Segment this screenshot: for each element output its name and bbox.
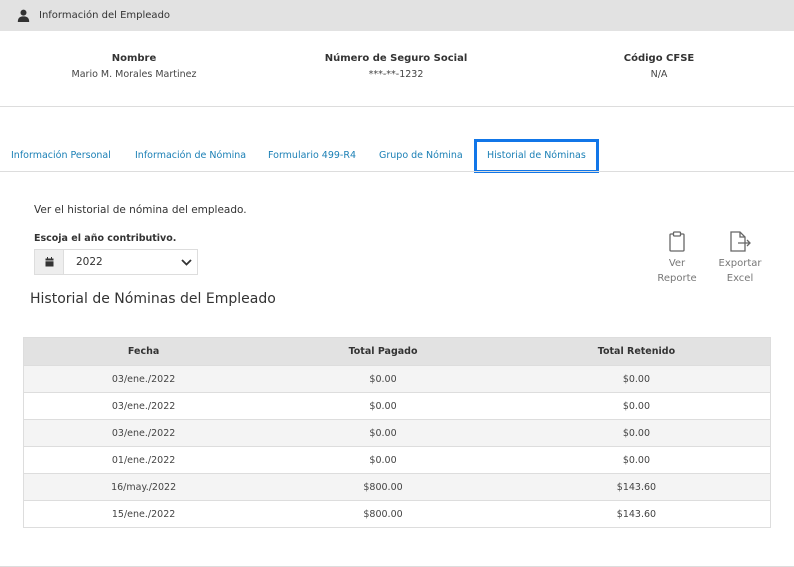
- year-select[interactable]: 2022: [34, 249, 198, 275]
- table-row[interactable]: 16/may./2022 $800.00 $143.60: [23, 473, 771, 501]
- name-label: Nombre: [111, 53, 157, 64]
- cell-date: 15/ene./2022: [23, 500, 264, 528]
- column-header-date[interactable]: Fecha: [23, 337, 264, 366]
- ssn-label: Número de Seguro Social: [324, 53, 468, 64]
- table-row[interactable]: 03/ene./2022 $0.00 $0.00: [23, 419, 771, 447]
- table-row[interactable]: 01/ene./2022 $0.00 $0.00: [23, 446, 771, 474]
- export-excel-label-1: Exportar: [718, 258, 762, 269]
- cfse-label: Código CFSE: [623, 53, 695, 64]
- export-excel-label-2: Excel: [726, 273, 754, 284]
- cell-total-paid: $0.00: [263, 365, 503, 393]
- employee-tabs: Información Personal Información de Nómi…: [0, 139, 794, 173]
- column-header-total-paid[interactable]: Total Pagado: [263, 337, 503, 366]
- view-report-button[interactable]: Ver Reporte: [655, 231, 699, 286]
- name-column: Nombre Mario M. Morales Martinez: [56, 53, 212, 80]
- intro-text: Ver el historial de nómina del empleado.: [34, 204, 247, 216]
- section-title: Historial de Nóminas del Empleado: [30, 291, 276, 307]
- payroll-history-table: Fecha Total Pagado Total Retenido 03/ene…: [23, 337, 771, 528]
- cell-total-withheld: $0.00: [502, 392, 771, 420]
- cell-date: 01/ene./2022: [23, 446, 264, 474]
- cell-total-paid: $0.00: [263, 392, 503, 420]
- file-export-icon: [730, 231, 751, 252]
- name-value: Mario M. Morales Martinez: [71, 69, 197, 80]
- cell-total-paid: $800.00: [263, 500, 503, 528]
- chevron-down-icon: [175, 250, 197, 274]
- year-select-value: 2022: [76, 256, 103, 268]
- cell-date: 16/may./2022: [23, 473, 264, 501]
- tab-personal-info[interactable]: Información Personal: [11, 139, 111, 173]
- ssn-column: Número de Seguro Social ***-**-1232: [316, 53, 476, 80]
- ssn-value: ***-**-1232: [368, 69, 424, 80]
- export-excel-button[interactable]: Exportar Excel: [716, 231, 764, 286]
- tab-payroll-history[interactable]: Historial de Nóminas: [474, 139, 599, 173]
- header-title: Información del Empleado: [39, 10, 171, 21]
- tab-form-499r4[interactable]: Formulario 499-R4: [268, 139, 356, 173]
- view-report-label-1: Ver: [668, 258, 686, 269]
- cell-total-withheld: $143.60: [502, 500, 771, 528]
- year-label: Escoja el año contributivo.: [34, 233, 177, 244]
- cell-total-paid: $0.00: [263, 446, 503, 474]
- clipboard-icon: [669, 231, 685, 252]
- employee-summary: Nombre Mario M. Morales Martinez Número …: [0, 31, 794, 107]
- cell-date: 03/ene./2022: [23, 419, 264, 447]
- table-row[interactable]: 03/ene./2022 $0.00 $0.00: [23, 392, 771, 420]
- user-icon: [17, 9, 30, 22]
- cell-total-withheld: $0.00: [502, 446, 771, 474]
- table-row[interactable]: 03/ene./2022 $0.00 $0.00: [23, 365, 771, 393]
- cell-total-withheld: $0.00: [502, 419, 771, 447]
- cell-total-paid: $800.00: [263, 473, 503, 501]
- cell-date: 03/ene./2022: [23, 392, 264, 420]
- calendar-icon: [35, 250, 64, 274]
- view-report-label-2: Reporte: [657, 273, 697, 284]
- tab-payroll-group[interactable]: Grupo de Nómina: [379, 139, 463, 173]
- cfse-value: N/A: [650, 69, 668, 80]
- table-row[interactable]: 15/ene./2022 $800.00 $143.60: [23, 500, 771, 528]
- employee-info-header: Información del Empleado: [0, 0, 794, 31]
- cell-total-withheld: $0.00: [502, 365, 771, 393]
- cell-date: 03/ene./2022: [23, 365, 264, 393]
- cfse-column: Código CFSE N/A: [609, 53, 709, 80]
- cell-total-paid: $0.00: [263, 419, 503, 447]
- tab-payroll-info[interactable]: Información de Nómina: [135, 139, 246, 173]
- column-header-total-withheld[interactable]: Total Retenido: [502, 337, 771, 366]
- table-header-row: Fecha Total Pagado Total Retenido: [23, 337, 771, 366]
- cell-total-withheld: $143.60: [502, 473, 771, 501]
